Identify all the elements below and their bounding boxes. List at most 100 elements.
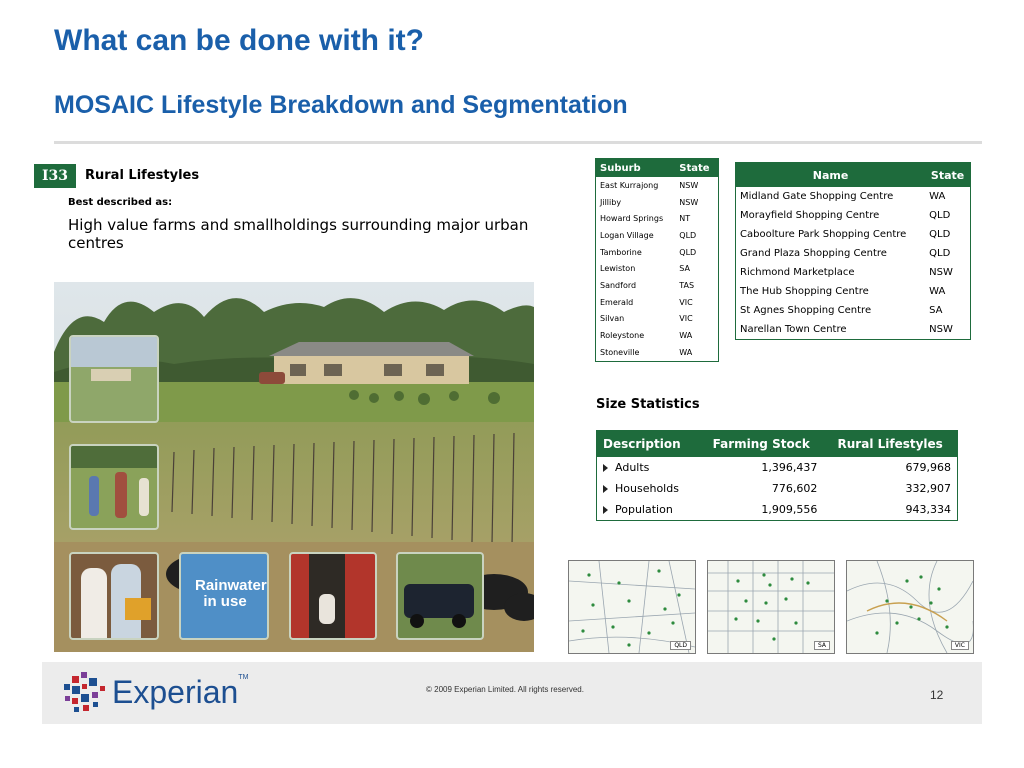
table-cell: WA	[929, 191, 946, 202]
table-row: Tamborine QLD	[596, 244, 719, 261]
street-map-image	[847, 561, 973, 653]
table-row: The Hub Shopping Centre WA	[736, 282, 971, 301]
table-cell: Population	[597, 499, 700, 521]
table-row: Narellan Town Centre NSW	[736, 320, 971, 340]
table-row: Morayfield Shopping Centre QLD	[736, 206, 971, 225]
table-cell: The Hub Shopping Centre	[740, 286, 869, 297]
table-cell: Sandford	[600, 280, 637, 290]
column-header: Suburb	[595, 158, 676, 177]
table-cell: 1,909,556	[761, 503, 818, 516]
table-row: Grand Plaza Shopping Centre QLD	[736, 244, 971, 263]
column-header: Rural Lifestyles	[823, 430, 958, 457]
rainwater-sign-text: Rainwater in use	[195, 577, 267, 610]
column-header: Farming Stock	[699, 430, 824, 457]
expand-arrow-icon[interactable]	[603, 506, 608, 514]
table-row: St Agnes Shopping Centre SA	[736, 301, 971, 320]
inset-photo-children	[69, 444, 159, 530]
map-state-label: VIC	[950, 641, 969, 650]
inset-photo-barn-dog	[289, 552, 377, 640]
table-cell: VIC	[679, 297, 693, 307]
table-cell: 1,396,437	[761, 461, 818, 474]
column-header: Description	[596, 430, 700, 457]
column-header: State	[675, 158, 719, 177]
table-cell: VIC	[679, 314, 693, 324]
street-map-image	[708, 561, 834, 653]
table-header-row: Suburb State	[595, 158, 719, 177]
map-state-label: SA	[813, 641, 830, 650]
table-row: Sandford TAS	[596, 277, 719, 294]
table-cell: Roleystone	[600, 331, 645, 341]
logo-trademark: TM	[238, 674, 249, 681]
table-cell: NSW	[929, 267, 953, 278]
table-cell: Howard Springs	[600, 214, 664, 224]
table-cell: Caboolture Park Shopping Centre	[740, 229, 907, 240]
table-cell: Emerald	[600, 297, 634, 307]
table-cell: WA	[929, 286, 946, 297]
table-cell: QLD	[679, 247, 697, 257]
experian-logo-icon	[64, 672, 105, 712]
expand-arrow-icon[interactable]	[603, 485, 608, 493]
table-cell: Adults	[597, 457, 700, 478]
table-cell: WA	[679, 331, 693, 341]
segment-description: High value farms and smallholdings surro…	[68, 216, 529, 252]
table-cell: NT	[679, 214, 691, 224]
inset-photo-car	[396, 552, 484, 640]
table-cell: Silvan	[600, 314, 625, 324]
table-cell: Logan Village	[600, 230, 654, 240]
page-number: 12	[930, 688, 944, 702]
column-header: State	[925, 162, 971, 187]
table-row: Emerald VIC	[596, 294, 719, 311]
table-cell: Households	[597, 478, 700, 499]
map-vic: VIC	[846, 560, 974, 654]
experian-wordmark: ExperianTM	[112, 674, 248, 711]
slide-subtitle: MOSAIC Lifestyle Breakdown and Segmentat…	[54, 91, 628, 119]
size-statistics-table: Description Farming Stock Rural Lifestyl…	[596, 430, 958, 521]
table-row: East Kurrajong NSW	[596, 177, 719, 194]
map-qld: QLD	[568, 560, 696, 654]
table-cell: Midland Gate Shopping Centre	[740, 191, 894, 202]
table-cell: NSW	[929, 324, 953, 335]
table-row: Richmond Marketplace NSW	[736, 263, 971, 282]
table-cell: 332,907	[905, 482, 952, 495]
inset-photo-rainwater-sign: Rainwater in use	[179, 552, 269, 640]
table-row: Logan Village QLD	[596, 227, 719, 244]
slide-title: What can be done with it?	[54, 24, 424, 57]
map-state-label: QLD	[670, 641, 691, 650]
table-cell: St Agnes Shopping Centre	[740, 305, 872, 316]
slide-footer: ExperianTM © 2009 Experian Limited. All …	[42, 662, 982, 724]
row-label: Population	[615, 503, 673, 516]
table-cell: QLD	[929, 210, 951, 221]
table-header-row: Description Farming Stock Rural Lifestyl…	[596, 430, 958, 457]
table-row: Jilliby NSW	[596, 194, 719, 211]
expand-arrow-icon[interactable]	[603, 464, 608, 472]
table-cell: NSW	[679, 180, 699, 190]
table-row: Households 776,602 332,907	[597, 478, 958, 499]
table-cell: Morayfield Shopping Centre	[740, 210, 880, 221]
suburb-table-body: East Kurrajong NSW Jilliby NSW Howard Spring…	[596, 177, 719, 361]
table-cell: 943,334	[905, 503, 952, 516]
table-cell: Stoneville	[600, 347, 640, 357]
row-label: Adults	[615, 461, 650, 474]
map-sa: SA	[707, 560, 835, 654]
shopping-centre-table-body: Midland Gate Shopping Centre WA Morayfield…	[736, 187, 971, 340]
table-cell: Grand Plaza Shopping Centre	[740, 248, 887, 259]
segment-name: Rural Lifestyles	[85, 168, 200, 183]
size-statistics-title: Size Statistics	[596, 397, 700, 412]
column-header: Name	[735, 162, 926, 187]
table-cell: WA	[679, 347, 693, 357]
table-header-row: Name State	[735, 162, 971, 187]
table-row: Stoneville WA	[596, 344, 719, 361]
table-row: Howard Springs NT	[596, 210, 719, 227]
table-cell: SA	[929, 305, 943, 316]
table-cell: QLD	[929, 229, 951, 240]
logo-text: Experian	[112, 674, 239, 710]
table-cell: QLD	[929, 248, 951, 259]
table-row: Lewiston SA	[596, 260, 719, 277]
table-row: Roleystone WA	[596, 327, 719, 344]
table-row: Midland Gate Shopping Centre WA	[736, 187, 971, 206]
table-cell: Narellan Town Centre	[740, 324, 847, 335]
inset-photo-homestead	[69, 335, 159, 423]
suburb-table: Suburb State East Kurrajong NSW Jilliby NSW…	[595, 158, 719, 362]
title-divider	[54, 141, 982, 144]
segment-code-badge: I33	[34, 164, 76, 188]
